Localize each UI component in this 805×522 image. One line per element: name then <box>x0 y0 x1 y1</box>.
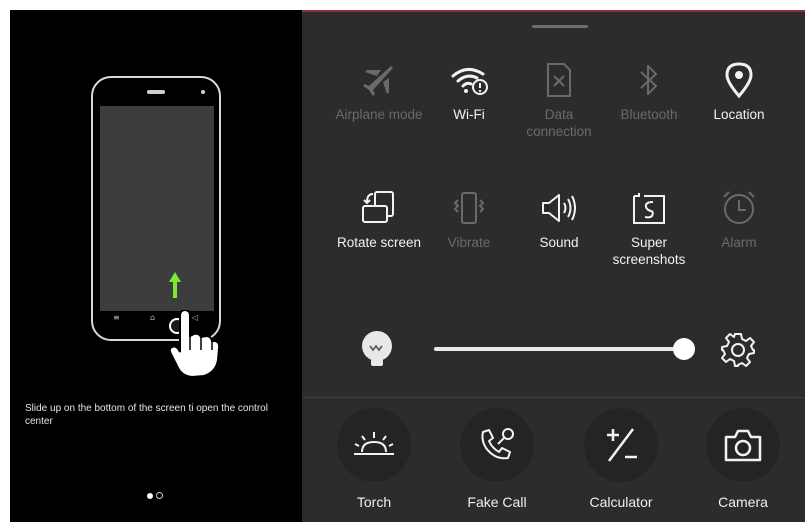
toggle-location[interactable]: Location <box>694 60 784 123</box>
torch-icon <box>354 432 394 455</box>
page-dot-active[interactable] <box>147 493 153 499</box>
camera-icon <box>724 429 762 462</box>
camera-label: Camera <box>718 494 768 510</box>
shortcut-calculator[interactable]: Calculator <box>584 408 658 510</box>
toggle-sound[interactable]: Sound <box>514 188 604 251</box>
onboarding-panel: ≡ ⌂ ◁ Slide up on the bottom of the scre… <box>10 10 302 522</box>
rotate-screen-icon <box>362 191 394 223</box>
gear-icon[interactable] <box>720 332 756 368</box>
toggle-sound-label: Sound <box>539 235 579 250</box>
shortcut-camera[interactable]: Camera <box>706 408 780 510</box>
calculator-label: Calculator <box>589 494 653 510</box>
airplane-icon <box>363 66 393 96</box>
bluetooth-icon <box>640 65 657 95</box>
wifi-icon <box>451 68 488 95</box>
toggle-screenshots-label: Super screenshots <box>612 235 686 267</box>
alarm-icon <box>723 191 755 224</box>
toggle-data-connection[interactable]: Data connection <box>514 60 604 140</box>
toggle-wifi-label: Wi-Fi <box>453 107 485 122</box>
toggle-location-label: Location <box>713 107 765 122</box>
phone-screen <box>100 106 214 311</box>
drag-handle[interactable] <box>532 25 588 28</box>
phone-nav-home-glyph: ⌂ <box>150 313 156 322</box>
toggle-bluetooth[interactable]: Bluetooth <box>604 60 694 123</box>
toggle-super-screenshots[interactable]: Super screenshots <box>604 188 694 268</box>
toggle-vibrate[interactable]: Vibrate <box>424 188 514 251</box>
brightness-bulb-icon[interactable] <box>358 330 396 370</box>
fake-call-label: Fake Call <box>467 494 527 510</box>
phone-camera <box>201 90 205 94</box>
brightness-slider-track[interactable] <box>434 347 684 351</box>
section-divider <box>302 397 805 398</box>
shortcut-fake-call[interactable]: Fake Call <box>460 408 534 510</box>
page-dot-inactive[interactable] <box>156 492 163 499</box>
toggle-rotate-label: Rotate screen <box>336 235 422 250</box>
shortcut-torch[interactable]: Torch <box>337 408 411 510</box>
vibrate-icon <box>453 192 485 224</box>
page-indicator <box>147 486 166 504</box>
phone-illustration: ≡ ⌂ ◁ <box>91 76 221 341</box>
phone-speaker <box>147 90 165 94</box>
toggle-wifi[interactable]: Wi-Fi <box>424 60 514 123</box>
sound-icon <box>542 194 576 222</box>
torch-label: Torch <box>356 494 392 510</box>
super-screenshots-icon <box>633 193 665 224</box>
control-center-panel: Airplane mode Wi-Fi Data connection Blue… <box>302 10 805 522</box>
toggle-rotate-screen[interactable]: Rotate screen <box>334 188 424 251</box>
fake-call-icon <box>481 428 514 460</box>
location-icon <box>725 62 753 98</box>
toggle-airplane-mode[interactable]: Airplane mode <box>334 60 424 123</box>
swipe-up-arrow-icon <box>169 272 181 298</box>
brightness-slider-thumb[interactable] <box>673 338 695 360</box>
toggle-vibrate-label: Vibrate <box>447 235 491 250</box>
toggle-alarm-label: Alarm <box>721 235 757 250</box>
data-connection-icon <box>547 63 571 97</box>
pointing-hand-icon <box>168 310 220 378</box>
toggle-alarm[interactable]: Alarm <box>694 188 784 251</box>
toggle-bluetooth-label: Bluetooth <box>620 107 678 122</box>
top-accent-line <box>302 10 805 12</box>
calculator-icon <box>607 428 637 462</box>
toggle-airplane-label: Airplane mode <box>335 107 423 122</box>
onboarding-hint-text: Slide up on the bottom of the screen ti … <box>25 403 268 427</box>
toggle-data-label: Data connection <box>526 107 592 139</box>
phone-nav-menu-glyph: ≡ <box>113 313 120 322</box>
